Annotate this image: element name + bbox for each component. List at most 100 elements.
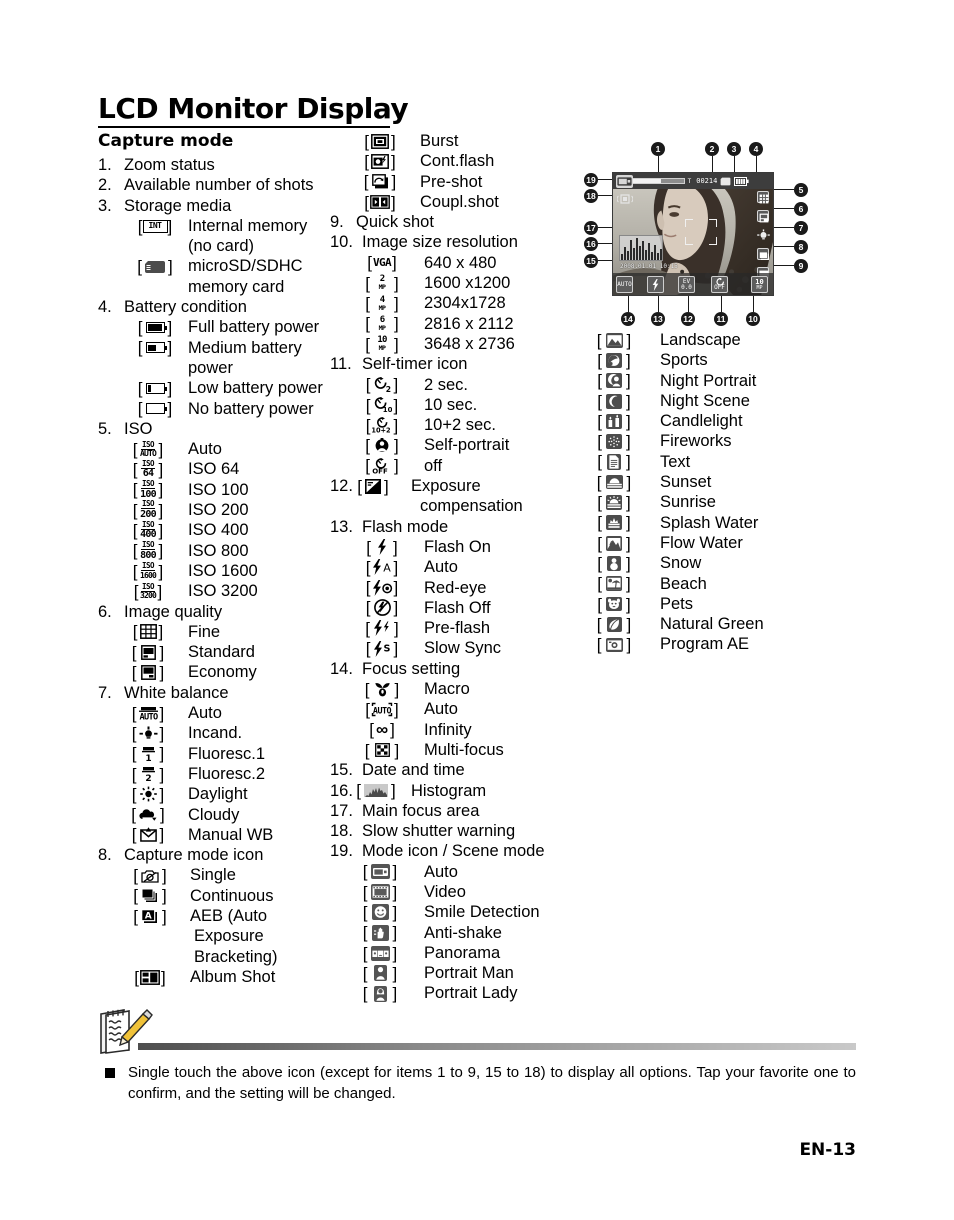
battery-low-icon: [] — [137, 378, 173, 398]
scene-fireworks-icon: [ ] — [597, 432, 631, 452]
sub-item-label: Slow Sync — [424, 639, 502, 658]
item-label: Capture mode icon — [124, 846, 264, 865]
callout-18: 18 — [584, 189, 598, 203]
sub-item-battery-low: [] Low battery power — [98, 378, 336, 398]
callout-9: 9 — [794, 259, 808, 273]
scene-item-landscape: [ ] Landscape — [592, 330, 842, 350]
sub-item-label: No battery power — [188, 399, 314, 418]
sub-item-label: Single — [190, 866, 236, 885]
scene-label: Pets — [660, 594, 694, 613]
iso-value: AUTO — [139, 449, 157, 459]
scene-item-flow-water: [ ] Flow Water — [592, 533, 842, 553]
sub-item-label: Auto — [424, 862, 458, 881]
focus-setting-button[interactable]: AUTO — [616, 276, 633, 293]
sub-item-label: ISO 1600 — [188, 561, 258, 580]
internal-memory-icon: [ INT ] — [137, 216, 173, 236]
callout-3: 3 — [727, 142, 741, 156]
iso-1600-icon: [ISO 1600] — [132, 561, 164, 581]
mode-smile-detection-icon: [ ] — [362, 902, 398, 922]
scene-splash-water-icon: [ ] — [597, 513, 631, 533]
self-timer-button[interactable]: OFF — [711, 276, 728, 293]
callout-11: 11 — [714, 312, 728, 326]
item-number: 5. — [98, 419, 112, 438]
lcd-top-bar: W T 00214 — [613, 173, 773, 189]
item-number: 10. — [330, 233, 353, 252]
iso-value: 3200 — [139, 591, 157, 601]
sub-item-wb-auto: [ AUTO ] Auto — [98, 703, 336, 723]
sub-item-battery-medium: [] Medium battery — [98, 338, 336, 358]
wb-auto-icon: [ AUTO ] — [131, 703, 165, 723]
sub-item-label: ISO 64 — [188, 460, 240, 479]
item-number: 15. — [330, 761, 353, 780]
sub-item-internal-memory: [ INT ] Internal memory — [98, 216, 336, 236]
sub-item-battery-empty: [] No battery power — [98, 399, 336, 419]
capture-pre-shot-icon: [ ] — [363, 172, 397, 192]
exposure-compensation-button[interactable]: EV 0.0 — [678, 276, 695, 293]
sub-item-label: Fluoresc.1 — [188, 744, 266, 763]
sub-item-label: Continuous — [190, 886, 274, 905]
scene-item-candlelight: [ ] Candlelight — [592, 411, 842, 431]
iso-value: 64 — [142, 468, 154, 480]
item-label: Self-timer icon — [362, 355, 468, 374]
sub-item-label: Multi-focus — [424, 740, 504, 759]
sub-item-focus-macro: [ ] Macro — [330, 679, 580, 699]
scene-label: Fireworks — [660, 432, 732, 451]
mode-portrait-lady-icon: [ ] — [362, 984, 398, 1004]
timer-off-icon: [ OFF ] — [365, 456, 399, 476]
leader-line-12 — [688, 296, 690, 312]
svg-text:1: 1 — [145, 754, 151, 762]
list-item-2: 2. Available number of shots — [98, 175, 336, 195]
sub-item-focus-multi: [ ] Multi-focus — [330, 740, 580, 760]
sub-item-flash-pre-flash: [ ] Pre-flash — [330, 618, 580, 638]
mp-unit: MP — [378, 283, 386, 292]
sub-item-label: 640 x 480 — [424, 253, 497, 272]
item-number: 4. — [98, 298, 112, 317]
image-size-unit: MP — [756, 284, 763, 291]
svg-text:A: A — [145, 911, 152, 921]
sub-item-label: ISO 400 — [188, 521, 249, 540]
scene-item-night-scene: [ ] Night Scene — [592, 391, 842, 411]
iso-3200-icon: [ISO 3200] — [133, 581, 163, 601]
sub-item-capture-aeb: [ A ] AEB (Auto — [98, 906, 336, 926]
callout-14: 14 — [621, 312, 635, 326]
callout-7: 7 — [794, 221, 808, 235]
callout-12: 12 — [681, 312, 695, 326]
scene-item-snow: [ ] Snow — [592, 553, 842, 573]
sub-item-capture-single: [ ] Single — [98, 865, 336, 885]
scene-night-scene-icon: [ ] — [597, 391, 631, 411]
item-number: 11. — [330, 355, 352, 374]
item-label: Histogram — [410, 781, 487, 800]
sub-item-label: Portrait Man — [424, 964, 514, 983]
item-label: Main focus area — [362, 801, 480, 820]
item-label: Focus setting — [362, 659, 461, 678]
mp-unit: MP — [378, 303, 386, 312]
list-item-3: 3. Storage media — [98, 196, 336, 216]
image-size-button[interactable]: 10 MP — [751, 276, 768, 293]
item-label: Exposure — [410, 477, 481, 496]
sub-item-label: Video — [424, 882, 466, 901]
left-column: Capture mode 1. Zoom status 2. Available… — [98, 131, 336, 987]
item-label: Quick shot — [356, 213, 434, 232]
flash-mode-button[interactable] — [647, 276, 664, 293]
scene-label: Text — [660, 452, 691, 471]
storage-media-indicator — [720, 177, 731, 186]
list-item-1: 1. Zoom status — [98, 155, 336, 175]
leader-line-13 — [658, 296, 660, 312]
ev-value: 0.0 — [681, 283, 692, 291]
scene-item-night-portrait: [ ] Night Portrait — [592, 371, 842, 391]
item-number: 9. — [330, 213, 344, 232]
sub-item-label: 2304x1728 — [424, 294, 506, 313]
slow-shutter-warning-icon — [616, 192, 634, 210]
sub-item-label: microSD/SDHC — [188, 257, 303, 276]
scene-mode-column: [ ] Landscape [] Sports [] Night Portr… — [592, 330, 842, 655]
sub-item-mode-auto: [ ] Auto — [330, 862, 580, 882]
item-label: White balance — [124, 683, 229, 702]
sub-item-label: Album Shot — [190, 967, 276, 986]
sub-item-quality-fine: [ ] Fine — [98, 622, 336, 642]
sub-item-wb-incandescent: [ ] Incand. — [98, 723, 336, 743]
flash-red-eye-icon: [ ] — [365, 578, 399, 598]
mode-panorama-icon: [ ] — [362, 943, 398, 963]
callout-15: 15 — [584, 254, 598, 268]
item-label: Available number of shots — [124, 176, 314, 195]
sub-item-label: 3648 x 2736 — [424, 334, 515, 353]
